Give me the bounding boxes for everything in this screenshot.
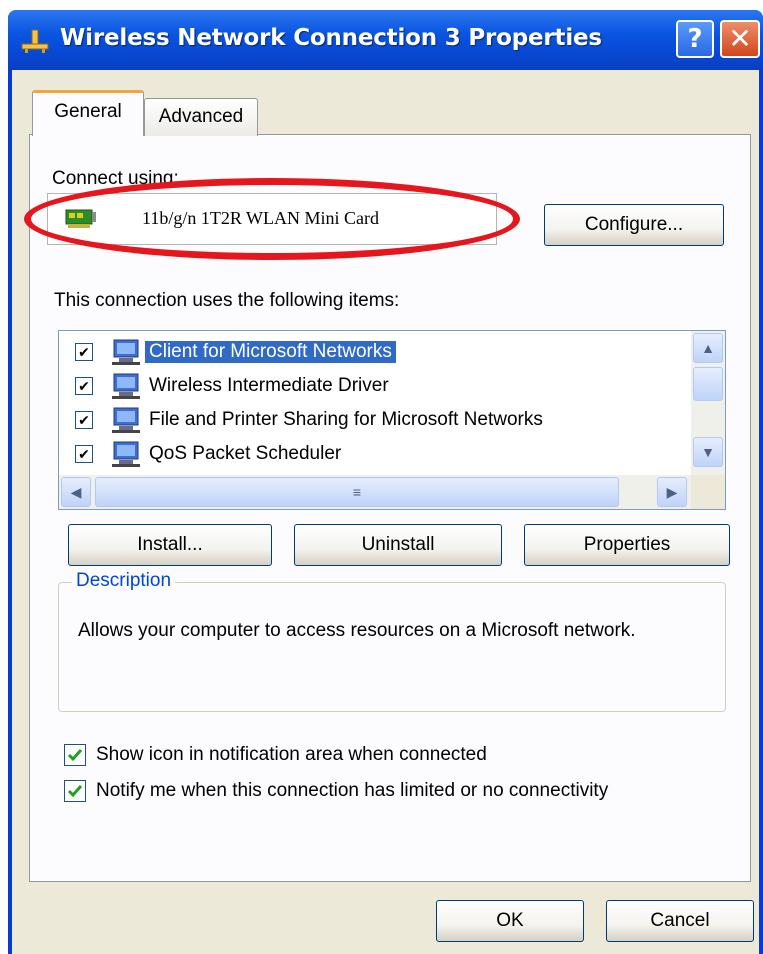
list-item[interactable]: ✔ Client for Microsoft Networks bbox=[59, 335, 679, 369]
scroll-up-icon[interactable]: ▲ bbox=[693, 333, 723, 363]
scroll-thumb[interactable] bbox=[693, 367, 723, 401]
notify-label: Notify me when this connection has limit… bbox=[96, 780, 609, 801]
show-icon-checkbox[interactable] bbox=[64, 744, 86, 766]
install-button[interactable]: Install... bbox=[68, 524, 272, 566]
item-label: Wireless Intermediate Driver bbox=[149, 375, 389, 396]
item-checkbox[interactable]: ✔ bbox=[75, 343, 93, 361]
connect-using-label: Connect using: bbox=[52, 168, 179, 189]
uninstall-button[interactable]: Uninstall bbox=[294, 524, 502, 566]
show-icon-label: Show icon in notification area when conn… bbox=[96, 744, 487, 765]
properties-window: Wireless Network Connection 3 Properties… bbox=[8, 10, 763, 954]
horizontal-scrollbar[interactable]: ◀ ≡ ▶ bbox=[59, 475, 693, 509]
description-group bbox=[58, 582, 726, 712]
dialog-body: General Advanced Connect using: 11b/g/n … bbox=[12, 70, 759, 954]
description-text: Allows your computer to access resources… bbox=[78, 620, 636, 641]
configure-button[interactable]: Configure... bbox=[544, 204, 724, 246]
scroll-corner bbox=[691, 475, 725, 509]
close-button[interactable]: ✕ bbox=[720, 20, 760, 58]
scroll-down-icon[interactable]: ▼ bbox=[693, 437, 723, 467]
properties-button[interactable]: Properties bbox=[524, 524, 730, 566]
hscroll-thumb[interactable]: ≡ bbox=[95, 477, 619, 507]
item-checkbox[interactable]: ✔ bbox=[75, 445, 93, 463]
tab-general[interactable]: General bbox=[32, 90, 144, 136]
notify-checkbox[interactable] bbox=[64, 780, 86, 802]
item-label: File and Printer Sharing for Microsoft N… bbox=[149, 409, 543, 430]
window-title: Wireless Network Connection 3 Properties bbox=[60, 25, 602, 51]
list-item[interactable]: ✔ Wireless Intermediate Driver bbox=[59, 369, 679, 403]
item-checkbox[interactable]: ✔ bbox=[75, 377, 93, 395]
network-connection-icon bbox=[21, 29, 49, 53]
help-button[interactable]: ? bbox=[676, 20, 714, 58]
network-card-icon bbox=[65, 209, 96, 228]
help-icon: ? bbox=[687, 24, 703, 54]
item-checkbox[interactable]: ✔ bbox=[75, 411, 93, 429]
description-legend: Description bbox=[72, 570, 176, 592]
list-item[interactable]: ✔ File and Printer Sharing for Microsoft… bbox=[59, 403, 679, 437]
scroll-right-icon[interactable]: ▶ bbox=[657, 477, 687, 507]
checkmark-icon bbox=[67, 785, 83, 798]
adapter-field: 11b/g/n 1T2R WLAN Mini Card bbox=[47, 193, 497, 245]
adapter-name: 11b/g/n 1T2R WLAN Mini Card bbox=[142, 208, 379, 228]
computer-icon bbox=[112, 373, 140, 399]
items-label: This connection uses the following items… bbox=[54, 290, 400, 311]
list-item[interactable]: ✔ QoS Packet Scheduler bbox=[59, 437, 679, 471]
computer-icon bbox=[112, 441, 140, 467]
ok-button[interactable]: OK bbox=[436, 900, 584, 942]
tab-advanced[interactable]: Advanced bbox=[144, 98, 258, 136]
item-label: Client for Microsoft Networks bbox=[145, 341, 396, 363]
cancel-button[interactable]: Cancel bbox=[606, 900, 754, 942]
vertical-scrollbar[interactable]: ▲ ▼ bbox=[691, 331, 725, 475]
tab-advanced-label: Advanced bbox=[158, 106, 244, 127]
scroll-left-icon[interactable]: ◀ bbox=[61, 477, 91, 507]
tab-general-label: General bbox=[54, 101, 122, 122]
item-label: QoS Packet Scheduler bbox=[149, 443, 342, 464]
items-listbox[interactable]: ✔ Client for Microsoft Networks ✔ Wirele… bbox=[58, 330, 726, 510]
close-icon: ✕ bbox=[728, 22, 752, 55]
checkmark-icon bbox=[67, 749, 83, 762]
computer-icon bbox=[112, 407, 140, 433]
title-bar[interactable]: Wireless Network Connection 3 Properties… bbox=[8, 10, 763, 70]
computer-icon bbox=[112, 339, 140, 365]
